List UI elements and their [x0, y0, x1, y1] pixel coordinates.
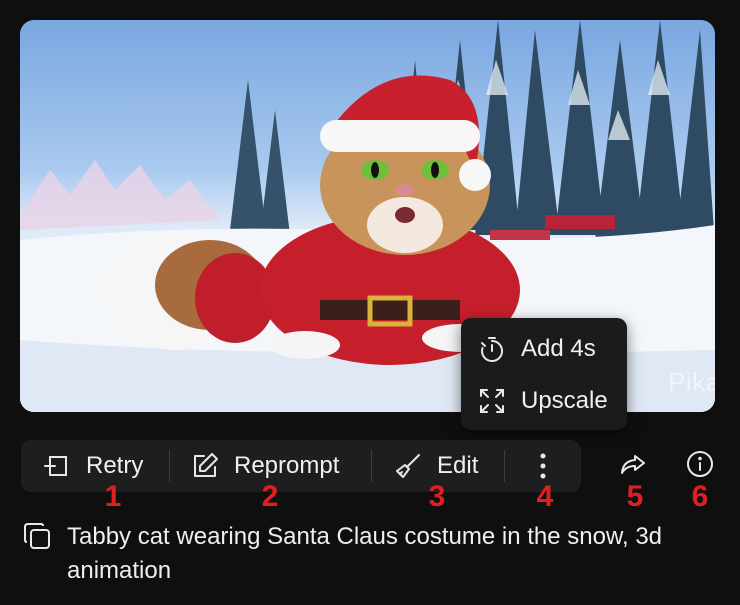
toolbar-divider: [371, 450, 372, 482]
retry-icon: [41, 450, 73, 482]
expand-icon: [476, 385, 508, 417]
retry-label: Retry: [86, 452, 144, 479]
annotation-1: 1: [104, 480, 122, 513]
pencil-icon: [189, 450, 221, 482]
annotation-6: 6: [691, 480, 709, 513]
annotation-4: 4: [536, 480, 554, 513]
share-icon: [617, 448, 649, 485]
toolbar-divider: [169, 450, 170, 482]
upscale-menu-item[interactable]: Upscale: [461, 376, 627, 426]
info-button[interactable]: [682, 448, 718, 484]
copy-button[interactable]: [20, 521, 54, 555]
toolbar-divider: [504, 450, 505, 482]
share-button[interactable]: [615, 448, 651, 484]
reprompt-label: Reprompt: [234, 452, 340, 479]
more-vertical-icon: [527, 450, 559, 482]
timer-icon: [476, 333, 508, 365]
prompt-caption: Tabby cat wearing Santa Claus costume in…: [67, 523, 663, 584]
upscale-label: Upscale: [521, 387, 608, 414]
copy-icon: [21, 520, 53, 557]
annotation-5: 5: [626, 480, 644, 513]
edit-label: Edit: [437, 452, 479, 479]
annotation-2: 2: [261, 480, 279, 513]
brush-icon: [392, 450, 424, 482]
more-options-menu: Add 4s Upscale: [461, 318, 627, 430]
info-icon: [684, 448, 716, 485]
add-4s-label: Add 4s: [521, 335, 596, 362]
watermark: Pika: [668, 367, 715, 397]
add-4s-menu-item[interactable]: Add 4s: [461, 324, 627, 374]
annotation-3: 3: [428, 480, 446, 513]
